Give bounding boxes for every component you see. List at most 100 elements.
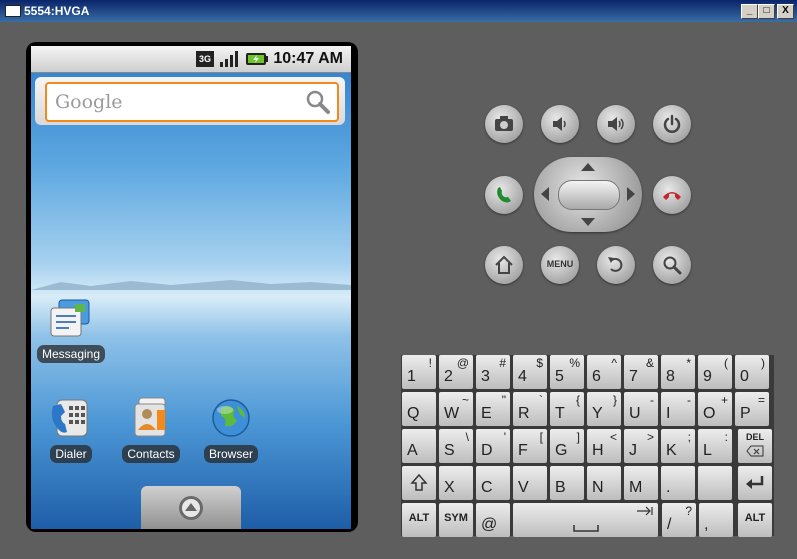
back-button[interactable] [597, 246, 635, 284]
key-r3-5[interactable]: H < [587, 429, 621, 463]
horizon-mountains [31, 280, 351, 290]
key-r2-2[interactable]: E " [476, 392, 510, 426]
enter-key[interactable] [738, 466, 772, 500]
dpad[interactable] [534, 157, 642, 232]
key-label: 7 [629, 368, 638, 385]
home-button[interactable] [485, 246, 523, 284]
maximize-button[interactable]: □ [758, 4, 775, 19]
key-label: E [481, 405, 492, 422]
sym-key[interactable]: SYM [439, 503, 473, 537]
at-key[interactable]: @ [476, 503, 510, 537]
key-r2-5[interactable]: Y} [587, 392, 621, 426]
end-call-button[interactable] [653, 176, 691, 214]
key-r4-4[interactable]: B [550, 466, 584, 500]
key-alt-label: & [645, 356, 654, 370]
key-r4-2[interactable]: C [476, 466, 510, 500]
volume-down-button[interactable] [541, 105, 579, 143]
dpad-left-icon[interactable] [540, 186, 550, 202]
key-r4-3[interactable]: V [513, 466, 547, 500]
key-r3-8[interactable]: L: [698, 429, 732, 463]
app-drawer-handle[interactable] [141, 486, 241, 529]
key-r2-3[interactable]: R ` [513, 392, 547, 426]
status-bar: 3G 10:47 AM [31, 46, 351, 73]
key-r2-6[interactable]: U- [624, 392, 658, 426]
key-r2-0[interactable]: Q [402, 392, 436, 426]
alt-left-key[interactable]: ALT [402, 503, 436, 537]
slash-alt-label: ? [685, 504, 692, 518]
key-label: B [555, 479, 566, 496]
key-r3-3[interactable]: F[ [513, 429, 547, 463]
key-r3-2[interactable]: D ' [476, 429, 510, 463]
minimize-button[interactable]: _ [741, 4, 758, 19]
key-r1-1[interactable]: 2 @ [439, 355, 473, 389]
key-alt-label: ` [539, 393, 543, 407]
search-button[interactable] [653, 246, 691, 284]
key-r4-1[interactable]: X [439, 466, 473, 500]
key-r1-4[interactable]: 5% [550, 355, 584, 389]
key-r4-7[interactable]: . [661, 466, 695, 500]
key-label: O [703, 405, 716, 422]
close-button[interactable]: X [777, 4, 794, 19]
del-key[interactable]: DEL [738, 429, 772, 463]
search-icon[interactable] [305, 89, 331, 115]
key-label: P [740, 405, 751, 422]
key-r4-5[interactable]: N [587, 466, 621, 500]
camera-button[interactable] [485, 105, 523, 143]
dpad-center-button[interactable] [558, 180, 620, 210]
comma-key[interactable]: , [699, 503, 733, 537]
app-browser[interactable]: Browser [195, 396, 267, 463]
key-label: N [592, 479, 604, 496]
key-r2-4[interactable]: T{ [550, 392, 584, 426]
volume-up-button[interactable] [597, 105, 635, 143]
search-input[interactable]: Google [45, 82, 339, 122]
space-bar-icon [573, 525, 599, 532]
app-contacts[interactable]: Contacts [115, 396, 187, 463]
key-r1-2[interactable]: 3 # [476, 355, 510, 389]
key-alt-label: - [687, 393, 691, 407]
alt-right-label: ALT [744, 512, 766, 524]
key-r3-4[interactable]: G] [550, 429, 584, 463]
sym-label: SYM [444, 512, 468, 524]
key-r1-5[interactable]: 6 ^ [587, 355, 621, 389]
key-r3-1[interactable]: S \ [439, 429, 473, 463]
key-r3-7[interactable]: K; [661, 429, 695, 463]
key-label: 5 [555, 368, 564, 385]
key-r2-8[interactable]: O + [698, 392, 732, 426]
at-label: @ [481, 516, 498, 533]
key-r2-7[interactable]: I- [661, 392, 695, 426]
key-alt-label: : [724, 430, 728, 444]
key-r3-0[interactable]: A [402, 429, 436, 463]
key-alt-label: { [575, 393, 580, 407]
app-dialer[interactable]: Dialer [35, 396, 107, 463]
slash-key[interactable]: / ? [662, 503, 696, 537]
key-r3-6[interactable]: J > [624, 429, 658, 463]
google-search-widget[interactable]: Google [35, 77, 345, 125]
shift-key[interactable] [402, 466, 436, 500]
space-key[interactable] [513, 503, 658, 537]
phone-screen[interactable]: 3G 10:47 AM Google Messaging Dialer Cont… [31, 46, 351, 529]
dpad-up-icon[interactable] [580, 162, 596, 172]
battery-charging-icon [245, 51, 269, 67]
menu-button[interactable]: MENU [541, 246, 579, 284]
key-label: 3 [481, 368, 490, 385]
alt-right-key[interactable]: ALT [738, 503, 772, 537]
app-messaging[interactable]: Messaging [35, 296, 107, 363]
key-r4-6[interactable]: M [624, 466, 658, 500]
key-r1-0[interactable]: 1! [402, 355, 436, 389]
key-r1-9[interactable]: 0) [735, 355, 769, 389]
dpad-down-icon[interactable] [580, 217, 596, 227]
dpad-right-icon[interactable] [626, 186, 636, 202]
key-r1-6[interactable]: 7 & [624, 355, 658, 389]
window-titlebar[interactable]: 5554:HVGA _ □ X [0, 0, 797, 22]
power-button[interactable] [653, 105, 691, 143]
key-r1-3[interactable]: 4 $ [513, 355, 547, 389]
key-r2-1[interactable]: W ~ [439, 392, 473, 426]
key-r1-7[interactable]: 8 * [661, 355, 695, 389]
contacts-icon [134, 397, 166, 437]
key-alt-label: ; [687, 430, 691, 444]
key-r1-8[interactable]: 9( [698, 355, 732, 389]
key-r2-9[interactable]: P = [735, 392, 769, 426]
key-r4-8[interactable] [698, 466, 732, 500]
key-label: R [518, 405, 530, 422]
call-button[interactable] [485, 176, 523, 214]
